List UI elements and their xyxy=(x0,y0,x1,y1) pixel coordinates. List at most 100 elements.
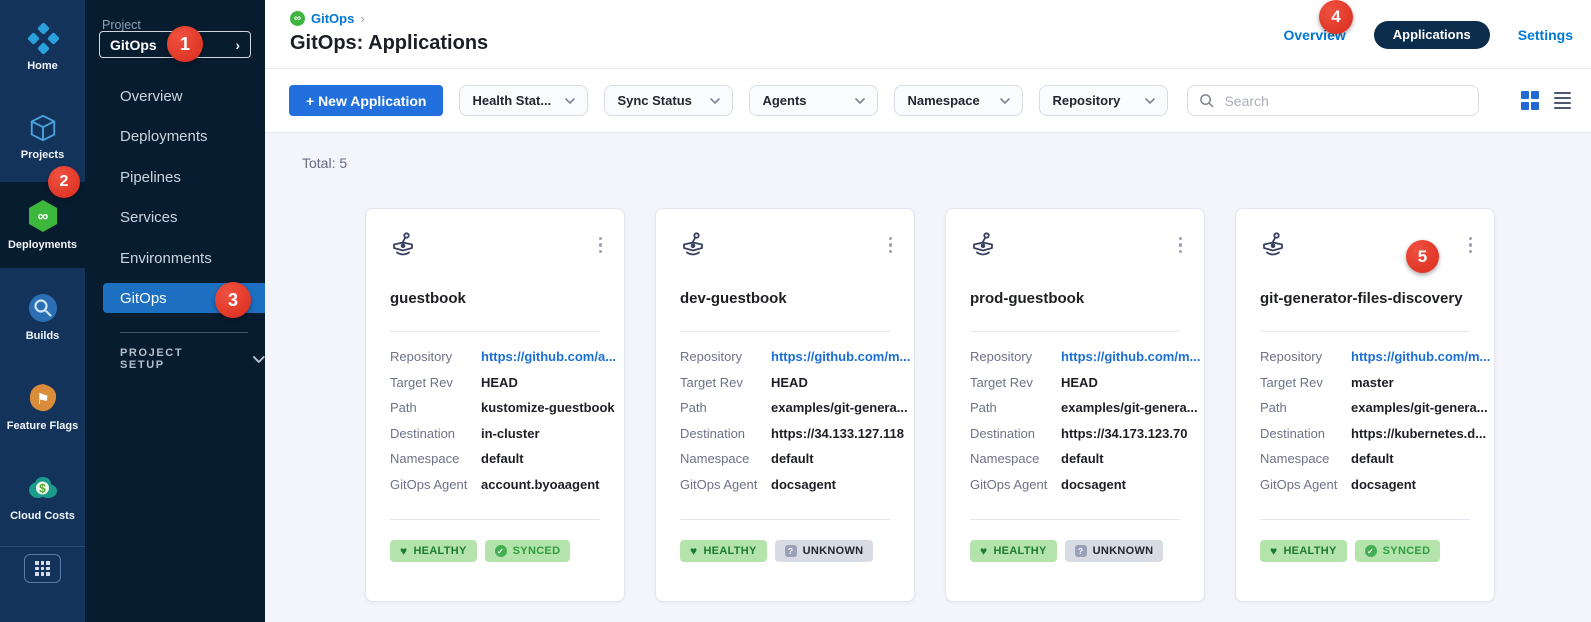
field-label: Namespace xyxy=(680,446,771,472)
application-card-guestbook[interactable]: guestbook Repositoryhttps://github.com/a… xyxy=(365,208,625,602)
repository-link[interactable]: https://github.com/a... xyxy=(481,344,616,370)
rail-item-cloud-costs[interactable]: $ Cloud Costs xyxy=(0,454,85,540)
field-value: HEAD xyxy=(1061,370,1098,396)
application-card-git-generator-files-discovery[interactable]: git-generator-files-discovery Repository… xyxy=(1235,208,1495,602)
check-icon: ✓ xyxy=(1365,545,1377,557)
nav-item-deployments[interactable]: Deployments xyxy=(120,128,208,145)
field-label: Path xyxy=(1260,395,1351,421)
sync-status-badge: ✓SYNCED xyxy=(1355,540,1441,562)
application-name: git-generator-files-discovery xyxy=(1260,290,1463,307)
breadcrumb-gitops-link[interactable]: GitOps xyxy=(311,11,354,26)
filter-agents[interactable]: Agents xyxy=(749,85,878,116)
field-label: GitOps Agent xyxy=(970,472,1061,498)
chevron-down-icon xyxy=(253,356,265,363)
field-label: Destination xyxy=(970,421,1061,447)
field-value: default xyxy=(1061,446,1104,472)
field-label: Path xyxy=(970,395,1061,421)
repository-link[interactable]: https://github.com/m... xyxy=(771,344,910,370)
repository-link[interactable]: https://github.com/m... xyxy=(1351,344,1490,370)
nav-item-pipelines[interactable]: Pipelines xyxy=(120,169,181,186)
cloud-costs-icon: $ xyxy=(26,472,60,504)
grid-view-icon[interactable] xyxy=(1521,91,1540,110)
nav-item-environments[interactable]: Environments xyxy=(120,250,212,267)
card-fields: Repositoryhttps://github.com/a... Target… xyxy=(390,344,610,497)
list-view-icon[interactable] xyxy=(1554,89,1571,111)
card-divider xyxy=(1260,331,1470,332)
field-value: HEAD xyxy=(481,370,518,396)
argo-app-icon xyxy=(389,231,417,259)
filter-label: Agents xyxy=(762,93,806,108)
module-grid-button[interactable] xyxy=(24,554,61,583)
new-application-button[interactable]: + New Application xyxy=(289,85,443,116)
field-label: Destination xyxy=(1260,421,1351,447)
application-card-prod-guestbook[interactable]: prod-guestbook Repositoryhttps://github.… xyxy=(945,208,1205,602)
health-status-badge: ♥ HEALTHY xyxy=(970,540,1057,562)
svg-text:$: $ xyxy=(39,482,46,496)
filter-sync-status[interactable]: Sync Status xyxy=(604,85,733,116)
rail-item-label: Home xyxy=(27,60,58,72)
filter-namespace[interactable]: Namespace xyxy=(894,85,1023,116)
rail-item-label: Feature Flags xyxy=(7,420,79,432)
health-status-badge: ♥HEALTHY xyxy=(680,540,767,562)
filter-label: Namespace xyxy=(907,93,979,108)
rail-item-label: Projects xyxy=(21,149,64,161)
search-input[interactable] xyxy=(1222,92,1467,110)
cards-row: guestbook Repositoryhttps://github.com/a… xyxy=(365,208,1495,602)
home-icon xyxy=(27,22,59,54)
app-root: Home Projects ∞ Deployments xyxy=(0,0,1591,622)
filter-health-status[interactable]: Health Stat... xyxy=(459,85,588,116)
card-fields: Repositoryhttps://github.com/m... Target… xyxy=(680,344,900,497)
annotation-badge-3: 3 xyxy=(215,282,251,318)
badge-label: HEALTHY xyxy=(1283,545,1336,557)
filter-label: Sync Status xyxy=(617,93,691,108)
field-label: Destination xyxy=(390,421,481,447)
field-value: docsagent xyxy=(1351,472,1416,498)
check-icon: ✓ xyxy=(495,545,507,557)
field-value: account.byoaagent xyxy=(481,472,599,498)
rail-item-label: Deployments xyxy=(8,239,77,251)
card-menu-icon[interactable] xyxy=(1177,235,1184,255)
annotation-badge-4: 4 xyxy=(1319,0,1353,34)
card-divider xyxy=(390,519,600,520)
argo-app-icon xyxy=(969,231,997,259)
field-value: https://34.173.123.70 xyxy=(1061,421,1187,447)
field-value: docsagent xyxy=(771,472,836,498)
nav-item-overview[interactable]: Overview xyxy=(120,88,183,105)
rail-item-builds[interactable]: Builds xyxy=(0,274,85,360)
rail-item-projects[interactable]: Projects xyxy=(0,94,85,180)
heart-icon: ♥ xyxy=(980,545,987,557)
filter-label: Health Stat... xyxy=(472,93,551,108)
view-toggle xyxy=(1521,89,1572,111)
field-value: default xyxy=(481,446,524,472)
search-box xyxy=(1187,85,1479,116)
rail-item-home[interactable]: Home xyxy=(0,4,85,90)
card-menu-icon[interactable] xyxy=(1467,235,1474,255)
module-rail: Home Projects ∞ Deployments xyxy=(0,0,85,622)
rail-item-feature-flags[interactable]: ⚑ Feature Flags xyxy=(0,364,85,450)
field-value: in-cluster xyxy=(481,421,540,447)
repository-link[interactable]: https://github.com/m... xyxy=(1061,344,1200,370)
card-divider xyxy=(970,519,1180,520)
filter-repository[interactable]: Repository xyxy=(1039,85,1168,116)
tab-applications[interactable]: Applications xyxy=(1374,21,1490,49)
card-menu-icon[interactable] xyxy=(887,235,894,255)
chevron-down-icon xyxy=(1000,98,1010,104)
project-label: Project xyxy=(102,18,141,32)
application-name: dev-guestbook xyxy=(680,290,787,307)
card-menu-icon[interactable] xyxy=(597,235,604,255)
project-setup-toggle[interactable]: PROJECT SETUP xyxy=(120,347,265,371)
application-card-dev-guestbook[interactable]: dev-guestbook Repositoryhttps://github.c… xyxy=(655,208,915,602)
gitops-module-icon: ∞ xyxy=(290,11,305,26)
chevron-down-icon xyxy=(855,98,865,104)
page-title: GitOps: Applications xyxy=(290,32,488,55)
toolbar: + New Application Health Stat... Sync St… xyxy=(265,69,1591,133)
application-name: guestbook xyxy=(390,290,466,307)
nav-item-services[interactable]: Services xyxy=(120,209,178,226)
badge-label: HEALTHY xyxy=(993,545,1046,557)
badge-label: HEALTHY xyxy=(703,545,756,557)
field-label: Repository xyxy=(970,344,1061,370)
tab-settings[interactable]: Settings xyxy=(1518,27,1573,43)
project-name: GitOps xyxy=(110,37,157,53)
field-label: GitOps Agent xyxy=(1260,472,1351,498)
projects-icon xyxy=(28,113,58,143)
